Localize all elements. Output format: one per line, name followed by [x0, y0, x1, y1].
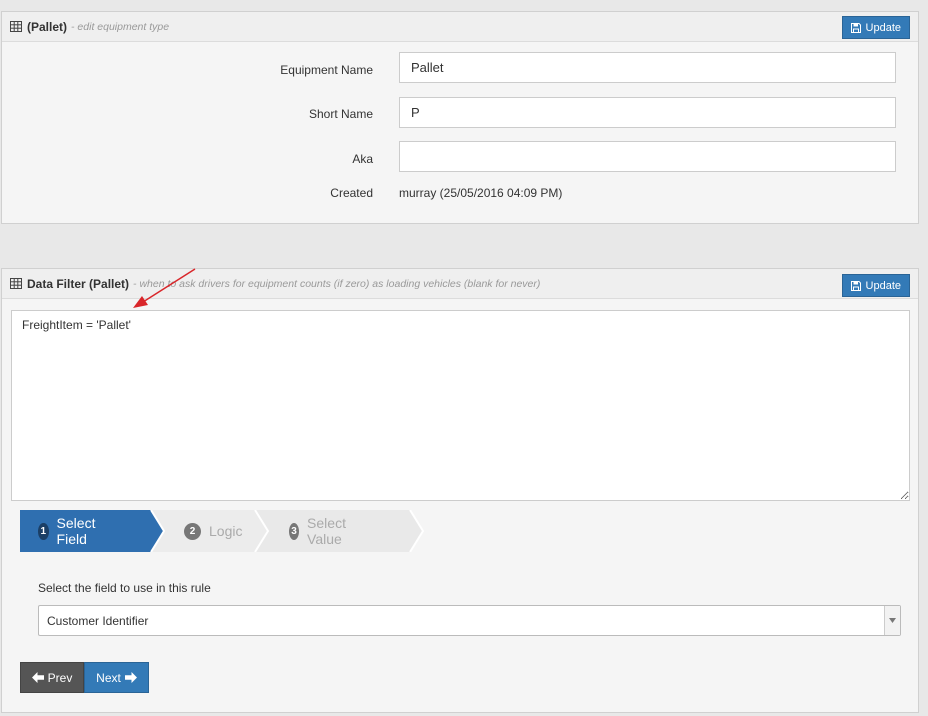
field-select-value: Customer Identifier: [47, 613, 149, 628]
equipment-name-label: Equipment Name: [280, 63, 373, 77]
aka-input[interactable]: [399, 141, 896, 172]
field-select[interactable]: Customer Identifier: [38, 605, 901, 636]
filter-update-button[interactable]: Update: [841, 274, 910, 297]
equipment-panel-header: (Pallet) - edit equipment type Update: [2, 12, 918, 42]
step-number: 3: [289, 522, 300, 540]
wizard-step-select-field[interactable]: 1 Select Field: [38, 510, 102, 552]
update-label: Update: [865, 21, 901, 34]
table-grid-icon: [10, 278, 22, 289]
short-name-input[interactable]: P: [399, 97, 896, 128]
created-label: Created: [330, 186, 373, 200]
update-label: Update: [865, 279, 901, 292]
next-label: Next: [96, 670, 121, 685]
step-label: Select Field: [56, 515, 96, 547]
aka-label: Aka: [352, 152, 373, 166]
equipment-name-input[interactable]: Pallet: [399, 52, 896, 83]
step-number: 2: [184, 522, 201, 540]
floppy-save-icon: [850, 280, 861, 291]
step-label: Select Value: [307, 515, 346, 547]
filter-expression-textarea[interactable]: FreightItem = 'Pallet': [11, 310, 910, 501]
equipment-update-button[interactable]: Update: [841, 16, 910, 39]
step-number: 1: [38, 522, 49, 540]
arrow-right-icon: [124, 672, 137, 683]
arrow-left-icon: [31, 672, 44, 683]
wizard-step-select-value[interactable]: 3 Select Value: [289, 510, 353, 552]
equipment-panel-subtitle: - edit equipment type: [71, 20, 170, 33]
caret-down-icon: [884, 606, 900, 635]
created-value: murray (25/05/2016 04:09 PM): [399, 186, 563, 200]
rule-field-label: Select the field to use in this rule: [38, 581, 211, 595]
table-grid-icon: [10, 21, 22, 32]
equipment-panel: (Pallet) - edit equipment type Update Eq…: [1, 11, 919, 224]
step-label: Logic: [209, 523, 243, 539]
next-button[interactable]: Next: [84, 662, 149, 693]
data-filter-panel-header: Data Filter (Pallet) - when to ask drive…: [2, 269, 918, 299]
prev-button[interactable]: Prev: [20, 662, 84, 693]
data-filter-panel-subtitle: - when to ask drivers for equipment coun…: [133, 277, 541, 290]
equipment-panel-title: (Pallet): [27, 19, 68, 34]
wizard-step-logic[interactable]: 2 Logic: [184, 510, 242, 552]
short-name-label: Short Name: [308, 107, 373, 121]
data-filter-panel-title: Data Filter (Pallet): [27, 276, 130, 291]
floppy-save-icon: [850, 22, 861, 33]
prev-label: Prev: [47, 670, 73, 685]
